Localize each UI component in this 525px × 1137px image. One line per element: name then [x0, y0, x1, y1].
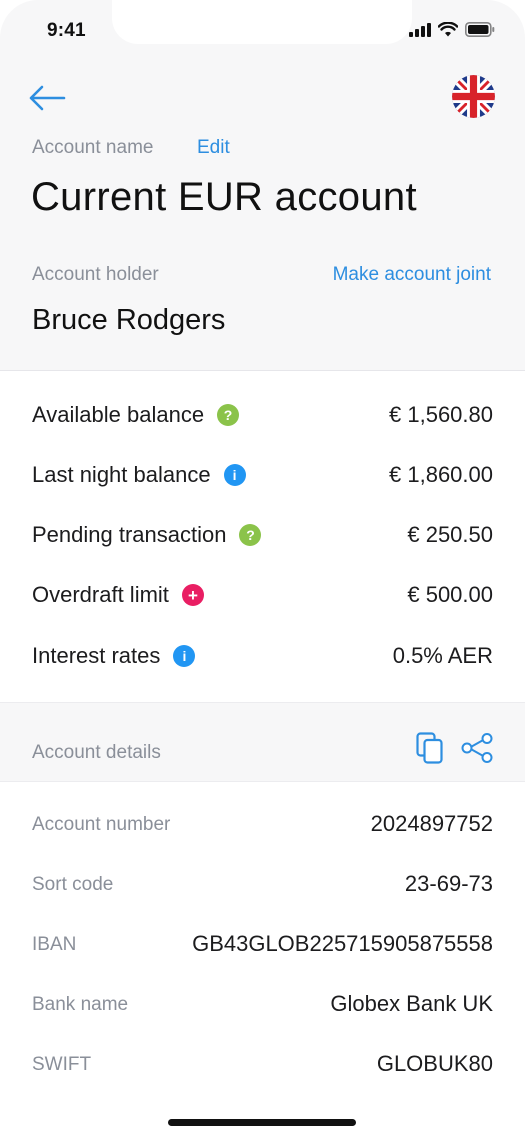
detail-row-iban: IBAN GB43GLOB225715905875558 — [0, 924, 525, 964]
info-icon[interactable]: i — [173, 645, 196, 667]
balance-value: € 500.00 — [407, 582, 493, 607]
share-icon[interactable] — [461, 733, 493, 763]
account-header: Account name Edit Current EUR account Ac… — [0, 64, 525, 371]
info-icon[interactable]: i — [223, 464, 246, 486]
detail-label: Bank name — [32, 994, 129, 1015]
account-holder-label: Account holder — [32, 264, 159, 285]
status-icons — [409, 22, 495, 37]
back-arrow-icon[interactable] — [28, 84, 66, 112]
balance-row-interest: Interest rates i 0.5% AER — [0, 635, 525, 675]
detail-value[interactable]: 23-69-73 — [405, 871, 493, 897]
detail-row-account-number: Account number 2024897752 — [0, 804, 525, 844]
question-icon[interactable]: ? — [217, 404, 240, 426]
notch — [112, 0, 412, 44]
status-bar: 9:41 — [0, 0, 525, 64]
account-details-title: Account details — [32, 742, 161, 763]
balance-row-available: Available balance? € 1,560.80 — [0, 394, 525, 434]
balances-list: Available balance? € 1,560.80 Last night… — [0, 372, 525, 702]
question-icon[interactable]: ? — [239, 524, 262, 546]
plus-icon[interactable]: + — [181, 584, 204, 606]
detail-row-bank-name: Bank name Globex Bank UK — [0, 984, 525, 1024]
account-name-label: Account name — [32, 137, 154, 158]
balance-label: Overdraft limit — [32, 582, 169, 607]
battery-icon — [465, 22, 495, 37]
detail-row-sort-code: Sort code 23-69-73 — [0, 864, 525, 904]
detail-label: Account number — [32, 814, 171, 835]
status-time: 9:41 — [47, 20, 86, 41]
detail-label: Sort code — [32, 874, 114, 895]
detail-label: SWIFT — [32, 1054, 92, 1075]
account-holder-name: Bruce Rodgers — [32, 304, 226, 336]
detail-value[interactable]: GB43GLOB225715905875558 — [192, 931, 493, 957]
account-title: Current EUR account — [31, 175, 417, 219]
phone-screen: 9:41 Account name Edit Current EUR accou… — [0, 0, 525, 1137]
edit-account-name-link[interactable]: Edit — [197, 137, 230, 159]
balance-value: 0.5% AER — [392, 643, 493, 668]
balance-label: Available balance — [32, 402, 205, 427]
balance-row-last-night: Last night balance i € 1,860.00 — [0, 454, 525, 494]
uk-flag-icon[interactable] — [452, 75, 495, 118]
detail-value[interactable]: 2024897752 — [371, 811, 493, 837]
balance-label: Last night balance — [32, 462, 211, 487]
account-details-header: Account details — [0, 702, 525, 782]
detail-label: IBAN — [32, 934, 77, 955]
account-details-list: Account number 2024897752 Sort code 23-6… — [0, 782, 525, 1087]
wifi-icon — [438, 22, 458, 37]
detail-row-swift: SWIFT GLOBUK80 — [0, 1044, 525, 1084]
balance-value: € 250.50 — [407, 522, 493, 547]
make-account-joint-link[interactable]: Make account joint — [333, 264, 491, 286]
balance-value: € 1,860.00 — [389, 462, 493, 487]
detail-value[interactable]: Globex Bank UK — [330, 991, 493, 1017]
balance-value: € 1,560.80 — [389, 402, 493, 427]
balance-label: Pending transaction — [32, 522, 227, 547]
balance-row-pending: Pending transaction? € 250.50 — [0, 514, 525, 554]
balance-row-overdraft: Overdraft limit + € 500.00 — [0, 574, 525, 614]
signal-icon — [409, 22, 431, 37]
home-indicator[interactable] — [168, 1119, 356, 1126]
balance-label: Interest rates — [32, 643, 161, 668]
copy-icon[interactable] — [416, 732, 444, 764]
detail-value[interactable]: GLOBUK80 — [377, 1051, 493, 1077]
